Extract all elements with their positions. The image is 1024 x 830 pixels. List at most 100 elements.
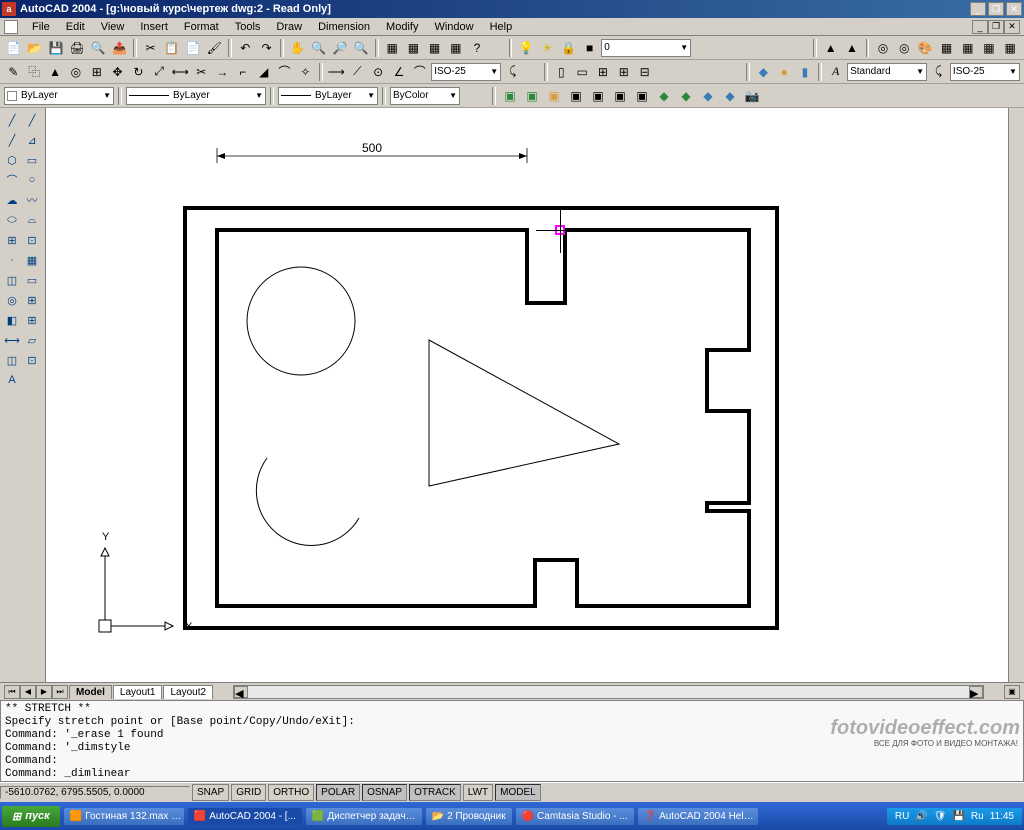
- xline-tool[interactable]: ╱: [22, 110, 42, 130]
- mdi-icon[interactable]: [4, 20, 18, 34]
- view-icon[interactable]: ▦: [937, 38, 956, 58]
- polygon-tool[interactable]: ⬡: [2, 150, 22, 170]
- drawing-canvas[interactable]: 500 Y X: [46, 108, 1008, 682]
- dimstyle-combo[interactable]: ISO-25▼: [431, 63, 501, 81]
- dim-radius-button[interactable]: ⊙: [369, 62, 388, 82]
- mtext-tool[interactable]: A: [2, 370, 22, 390]
- mdi-close-button[interactable]: ✕: [1004, 20, 1020, 34]
- erase-button[interactable]: ✎: [4, 62, 23, 82]
- ref-icon-7[interactable]: ▣: [632, 86, 652, 106]
- 3d-icon[interactable]: ▲: [821, 38, 840, 58]
- array-button[interactable]: ⊞: [87, 62, 106, 82]
- line-tool[interactable]: ╱: [2, 110, 22, 130]
- layer-lock-icon[interactable]: 🔒: [559, 38, 578, 58]
- tray-icon-2[interactable]: 🛡: [934, 811, 947, 822]
- tray-icon[interactable]: 🔊: [915, 811, 927, 822]
- scale-button[interactable]: ⤢: [150, 62, 169, 82]
- paste-button[interactable]: 📄: [183, 38, 202, 58]
- plot-button[interactable]: 🖨: [68, 38, 87, 58]
- snap-toggle[interactable]: SNAP: [192, 784, 229, 801]
- osnap-toggle[interactable]: OSNAP: [362, 784, 407, 801]
- dim-angle-button[interactable]: ∠: [390, 62, 409, 82]
- ref-icon-9[interactable]: ◆: [676, 86, 696, 106]
- trim-button[interactable]: ✂: [192, 62, 211, 82]
- chamfer-button[interactable]: ◢: [254, 62, 273, 82]
- tab-prev-button[interactable]: ◀: [20, 685, 36, 699]
- undo-button[interactable]: ↶: [236, 38, 255, 58]
- horizontal-scrollbar[interactable]: ◀ ▶: [233, 685, 984, 699]
- ref-icon-8[interactable]: ◆: [654, 86, 674, 106]
- lineweight-combo[interactable]: ByLayer▼: [278, 87, 378, 105]
- render-icon-2[interactable]: ◎: [895, 38, 914, 58]
- menu-tools[interactable]: Tools: [227, 19, 269, 35]
- break-button[interactable]: ⌐: [233, 62, 252, 82]
- explode-button[interactable]: ✧: [296, 62, 315, 82]
- minimize-button[interactable]: _: [970, 2, 986, 16]
- render-icon[interactable]: ◎: [873, 38, 892, 58]
- dim-aligned-button[interactable]: ⟋: [348, 62, 367, 82]
- menu-file[interactable]: File: [24, 19, 58, 35]
- preview-button[interactable]: 🔍: [89, 38, 108, 58]
- ref-icon-5[interactable]: ▣: [588, 86, 608, 106]
- cut-button[interactable]: ✂: [141, 38, 160, 58]
- pan-button[interactable]: ✋: [288, 38, 307, 58]
- viewport-button-5[interactable]: ⊟: [635, 62, 654, 82]
- redo-button[interactable]: ↷: [257, 38, 276, 58]
- ref-icon-11[interactable]: ◆: [720, 86, 740, 106]
- gradient-tool[interactable]: ◧: [2, 310, 22, 330]
- task-item-6[interactable]: ❓AutoCAD 2004 Hel…: [638, 808, 758, 825]
- grid-toggle[interactable]: GRID: [231, 784, 266, 801]
- tab-layout2[interactable]: Layout2: [163, 685, 213, 699]
- viewport-button-4[interactable]: ⊞: [614, 62, 633, 82]
- stretch-button[interactable]: ⟷: [171, 62, 190, 82]
- menu-dimension[interactable]: Dimension: [310, 19, 378, 35]
- rect-tool[interactable]: ▭: [22, 150, 42, 170]
- menu-insert[interactable]: Insert: [132, 19, 176, 35]
- toolpalettes-button[interactable]: ▦: [425, 38, 444, 58]
- menu-format[interactable]: Format: [176, 19, 227, 35]
- clock[interactable]: 11:45: [990, 811, 1014, 822]
- camera-icon[interactable]: 📷: [742, 86, 762, 106]
- dim-linear-button[interactable]: ⟶: [327, 62, 346, 82]
- circle-tool[interactable]: ○: [22, 170, 42, 190]
- task-item-4[interactable]: 📂2 Проводник: [426, 808, 512, 825]
- menu-draw[interactable]: Draw: [268, 19, 310, 35]
- solid-sphere-icon[interactable]: ●: [775, 62, 794, 82]
- extend-button[interactable]: →: [213, 62, 232, 82]
- calc-button[interactable]: ▦: [446, 38, 465, 58]
- mdi-minimize-button[interactable]: _: [972, 20, 988, 34]
- menu-help[interactable]: Help: [482, 19, 521, 35]
- revcloud-tool[interactable]: ☁: [2, 190, 22, 210]
- task-item-5[interactable]: 🔴Camtasia Studio - ...: [516, 808, 634, 825]
- lang-indicator-2[interactable]: Ru: [971, 811, 984, 822]
- point-tool[interactable]: ·: [2, 250, 22, 270]
- boundary-tool[interactable]: ⊞: [22, 290, 42, 310]
- snap-tool[interactable]: ⊡: [22, 350, 42, 370]
- new-button[interactable]: 📄: [4, 38, 23, 58]
- fillet-button[interactable]: ⌒: [275, 62, 294, 82]
- dim-style-button[interactable]: ⤹: [503, 62, 522, 82]
- copy-button[interactable]: 📋: [162, 38, 181, 58]
- save-button[interactable]: 💾: [46, 38, 65, 58]
- zoom-win-button[interactable]: 🔎: [330, 38, 349, 58]
- ref-icon-2[interactable]: ▣: [522, 86, 542, 106]
- matchprop-button[interactable]: 🖌: [205, 38, 224, 58]
- ref-icon-4[interactable]: ▣: [566, 86, 586, 106]
- area-tool[interactable]: ▱: [22, 330, 42, 350]
- dimstyle2-combo[interactable]: ISO-25▼: [950, 63, 1020, 81]
- model-toggle[interactable]: MODEL: [495, 784, 541, 801]
- publish-button[interactable]: 📤: [110, 38, 129, 58]
- tray-icon-3[interactable]: 💾: [952, 811, 964, 822]
- mirror-button[interactable]: ▲: [46, 62, 65, 82]
- table-tool[interactable]: ⊞: [22, 310, 42, 330]
- region-tool[interactable]: ◫: [2, 270, 22, 290]
- linetype-combo[interactable]: ByLayer▼: [126, 87, 266, 105]
- view-icon-2[interactable]: ▦: [958, 38, 977, 58]
- ref-icon-1[interactable]: ▣: [500, 86, 520, 106]
- tab-next-button[interactable]: ▶: [36, 685, 52, 699]
- start-button[interactable]: ⊞ пуск: [2, 806, 60, 827]
- tab-layout1[interactable]: Layout1: [113, 685, 163, 699]
- render-icon-3[interactable]: 🎨: [916, 38, 935, 58]
- ortho-toggle[interactable]: ORTHO: [268, 784, 314, 801]
- viewport-button-3[interactable]: ⊞: [594, 62, 613, 82]
